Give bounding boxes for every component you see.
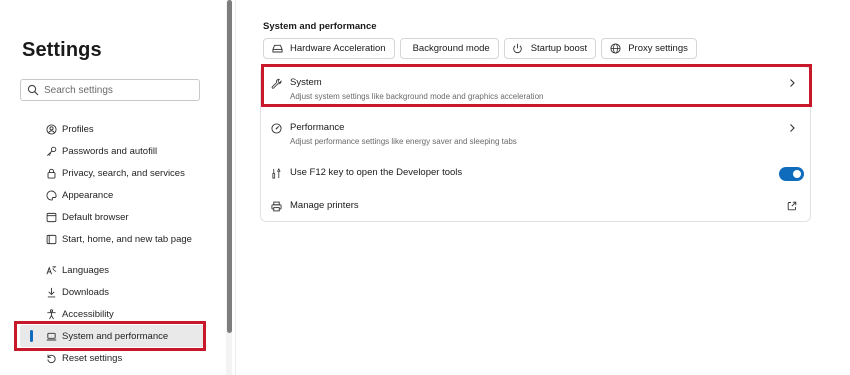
sidebar-item-default-browser[interactable]: Default browser [40, 206, 220, 228]
sidebar-nav-group-1: Profiles Passwords and autofill Privacy,… [40, 118, 220, 250]
reset-icon [45, 352, 57, 364]
sidebar-nav-group-2: Languages Downloads Accessibility System… [20, 259, 220, 369]
sidebar-item-profiles[interactable]: Profiles [40, 118, 220, 140]
row-description: Adjust performance settings like energy … [290, 137, 517, 146]
chip-label: Background mode [412, 43, 490, 54]
power-icon [512, 43, 524, 55]
search-input[interactable] [44, 84, 194, 96]
sidebar-item-privacy[interactable]: Privacy, search, and services [40, 162, 220, 184]
row-texts: Use F12 key to open the Developer tools [290, 167, 462, 178]
row-texts: Manage printers [290, 200, 359, 211]
sidebar-item-passwords[interactable]: Passwords and autofill [40, 140, 220, 162]
sidebar-item-reset[interactable]: Reset settings [40, 347, 220, 369]
section-title: System and performance [263, 21, 377, 32]
lock-icon [45, 167, 57, 179]
divider [235, 0, 236, 375]
row-description: Adjust system settings like background m… [290, 92, 544, 101]
row-label: Manage printers [290, 200, 359, 211]
chip-label: Hardware Acceleration [290, 43, 386, 54]
chevron-right-icon [786, 77, 798, 89]
settings-card: System Adjust system settings like backg… [260, 66, 811, 222]
sidebar-item-label: Downloads [62, 286, 109, 298]
open-external-icon [786, 200, 798, 212]
languages-icon [45, 264, 57, 276]
sidebar-item-appearance[interactable]: Appearance [40, 184, 220, 206]
row-label: Use F12 key to open the Developer tools [290, 167, 463, 178]
chip-hardware-acceleration[interactable]: Hardware Acceleration [263, 38, 395, 59]
sidebar-item-label: Passwords and autofill [62, 145, 158, 157]
sidebar-item-downloads[interactable]: Downloads [40, 281, 220, 303]
chip-label: Proxy settings [628, 43, 688, 54]
sidebar-item-languages[interactable]: Languages [40, 259, 220, 281]
sidebar-item-system-performance[interactable]: System and performance [20, 325, 206, 347]
browser-icon [45, 211, 57, 223]
row-label: System [290, 77, 322, 88]
chip-startup-boost[interactable]: Startup boost [503, 38, 597, 59]
printer-icon [270, 200, 282, 212]
search-box[interactable] [20, 79, 200, 101]
home-page-icon [45, 233, 57, 245]
laptop-icon [45, 330, 57, 342]
row-texts: System Adjust system settings like backg… [290, 77, 543, 101]
wrench-icon [270, 77, 282, 89]
chip-background-mode[interactable]: Background mode [399, 38, 499, 59]
accessibility-icon [45, 308, 57, 320]
performance-icon [270, 122, 282, 134]
globe-icon [609, 43, 621, 55]
sidebar-item-label: System and performance [62, 330, 169, 342]
scrollbar-thumb[interactable] [227, 0, 232, 333]
key-icon [45, 145, 57, 157]
quick-links: Hardware Acceleration Background mode St… [263, 38, 697, 59]
row-label: Performance [290, 122, 345, 133]
row-performance[interactable]: Performance Adjust performance settings … [261, 122, 810, 156]
drive-icon [271, 43, 283, 55]
search-icon [27, 84, 39, 96]
row-texts: Performance Adjust performance settings … [290, 122, 517, 146]
sidebar-item-label: Accessibility [62, 308, 114, 320]
developer-tools-icon [270, 167, 282, 179]
row-f12-devtools: Use F12 key to open the Developer tools [261, 167, 810, 181]
row-system[interactable]: System Adjust system settings like backg… [261, 77, 810, 111]
sidebar: Settings Profiles Passwords and autofill… [0, 0, 225, 375]
sidebar-item-label: Appearance [62, 189, 114, 201]
sidebar-item-start-home[interactable]: Start, home, and new tab page [40, 228, 220, 250]
chip-label: Startup boost [530, 43, 588, 54]
download-icon [45, 286, 57, 298]
sidebar-item-label: Privacy, search, and services [62, 167, 185, 179]
chip-proxy-settings[interactable]: Proxy settings [601, 38, 697, 59]
sidebar-item-accessibility[interactable]: Accessibility [40, 303, 220, 325]
page-title: Settings [22, 39, 102, 61]
sidebar-item-label: Reset settings [62, 352, 123, 364]
sidebar-item-label: Profiles [62, 123, 94, 135]
f12-toggle-switch[interactable] [779, 167, 804, 181]
sidebar-item-label: Start, home, and new tab page [62, 233, 192, 245]
sidebar-item-label: Languages [62, 264, 110, 276]
profile-icon [45, 123, 57, 135]
sidebar-item-label: Default browser [62, 211, 129, 223]
chevron-right-icon [786, 122, 798, 134]
row-manage-printers[interactable]: Manage printers [261, 200, 810, 214]
appearance-icon [45, 189, 57, 201]
